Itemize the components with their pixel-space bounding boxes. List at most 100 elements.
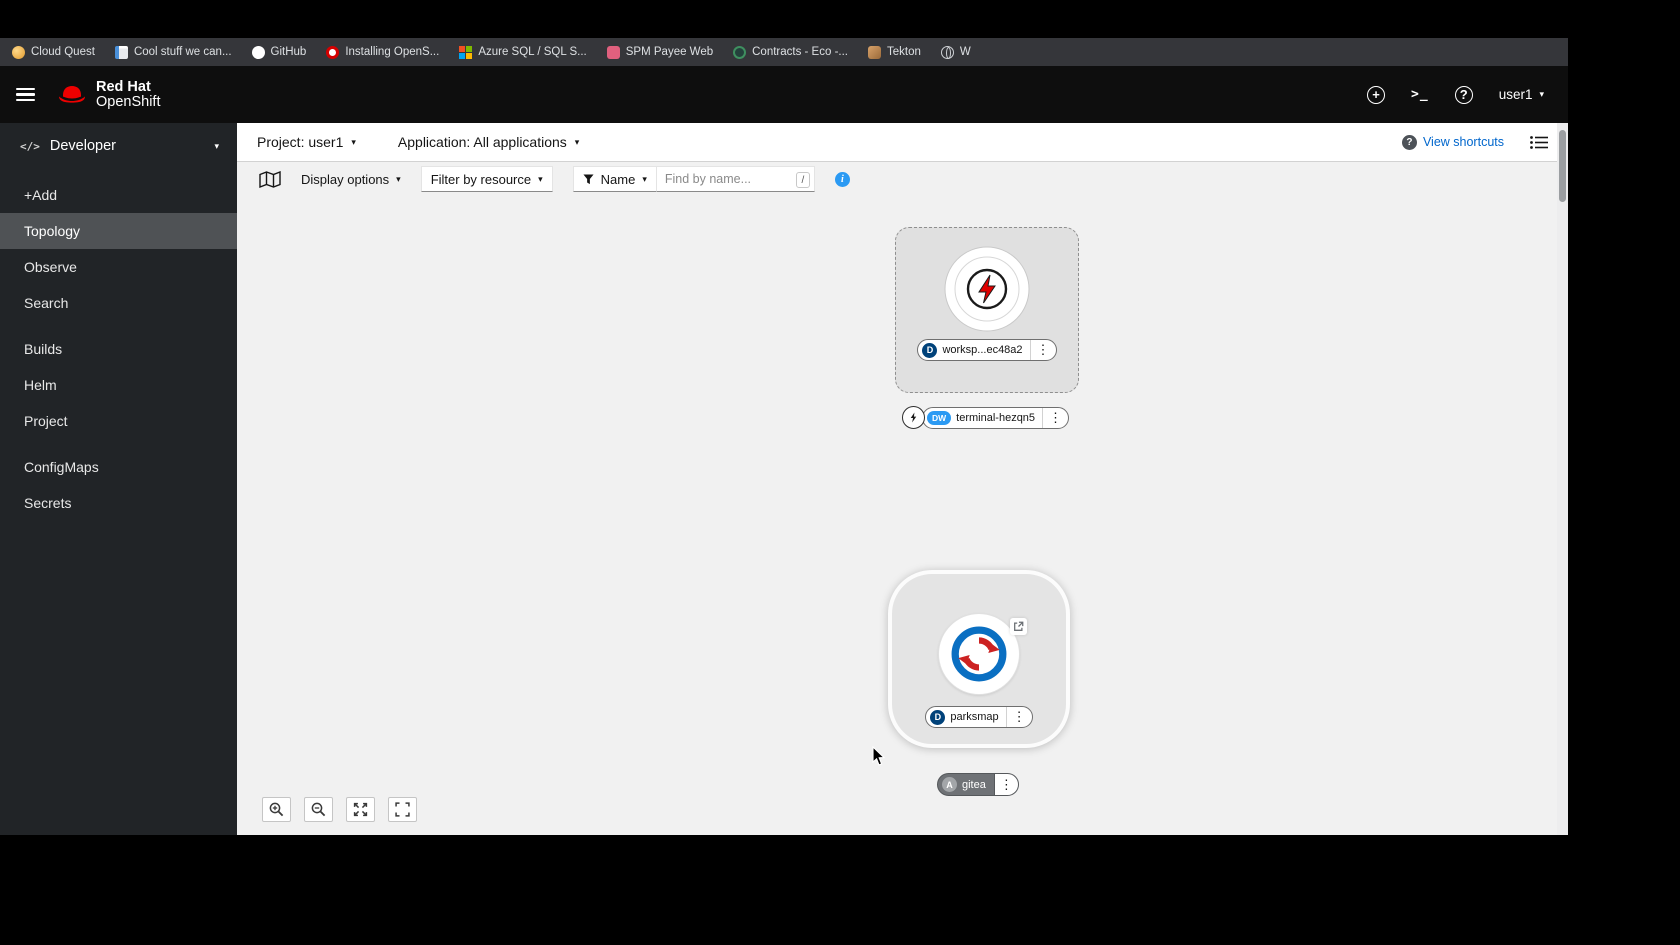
cloud-quest-favicon-icon (12, 45, 25, 59)
fullscreen-button[interactable] (388, 797, 417, 822)
zoom-in-icon (269, 802, 284, 817)
application-selector[interactable]: Application: All applications ▾ (398, 134, 579, 150)
microsoft-favicon-icon (459, 45, 473, 59)
sidebar-item-configmaps[interactable]: ConfigMaps (0, 449, 237, 485)
github-favicon-icon (251, 45, 265, 59)
workspace-deployment-node[interactable]: D worksp...ec48a2 ⋮ (895, 227, 1079, 393)
application-badge: A (942, 777, 957, 792)
letterbox-frame: Cloud Quest Cool stuff we can... GitHub … (0, 0, 1680, 945)
sidebar-item-builds[interactable]: Builds (0, 331, 237, 367)
bookmark-label: Cool stuff we can... (133, 46, 232, 58)
open-url-external-link-icon[interactable] (1010, 618, 1027, 635)
parksmap-node-circle[interactable] (939, 614, 1019, 694)
sidebar-item-search[interactable]: Search (0, 285, 237, 321)
bookmark-cool-stuff[interactable]: Cool stuff we can... (114, 45, 232, 59)
terminal-kebab-menu-icon[interactable]: ⋮ (1042, 407, 1068, 428)
chevron-down-icon: ▾ (538, 173, 543, 184)
nav-toggle-hamburger-icon[interactable] (16, 87, 35, 102)
terminal-workspace-node[interactable]: DW terminal-hezqn5 ⋮ (902, 406, 1070, 429)
export-topology-map-icon[interactable] (259, 170, 281, 188)
name-filter-label: Name (600, 171, 636, 187)
project-selector[interactable]: Project: user1 ▾ (257, 134, 356, 150)
chevron-down-icon: ▾ (351, 136, 356, 147)
parksmap-application-group[interactable]: D parksmap ⋮ (888, 570, 1070, 748)
bookmark-installing-openshift[interactable]: Installing OpenS... (326, 45, 439, 59)
find-input-group: Name ▾ / (572, 166, 815, 192)
bookmark-w[interactable]: W (940, 45, 971, 59)
browser-capture: Cloud Quest Cool stuff we can... GitHub … (0, 38, 1568, 835)
gitea-application-label-pill[interactable]: A gitea ⋮ (937, 773, 1019, 796)
bookmark-label: Azure SQL / SQL S... (478, 46, 587, 58)
chevron-down-icon: ▾ (642, 173, 647, 184)
terminal-node-circle[interactable] (902, 406, 925, 429)
workspace-node-label-pill[interactable]: D worksp...ec48a2 ⋮ (917, 339, 1057, 361)
help-icon[interactable]: ? (1454, 85, 1473, 104)
parksmap-kebab-menu-icon[interactable]: ⋮ (1005, 707, 1032, 727)
gitea-kebab-menu-icon[interactable]: ⋮ (993, 774, 1018, 795)
view-shortcuts-label: View shortcuts (1422, 135, 1504, 149)
bookmark-label: Contracts - Eco -... (752, 46, 848, 58)
display-options-dropdown[interactable]: Display options ▾ (301, 172, 401, 187)
terminal-pill-main: DW terminal-hezqn5 (923, 408, 1042, 428)
main-content: Project: user1 ▾ Application: All applic… (237, 123, 1568, 835)
bookmarks-bar: Cloud Quest Cool stuff we can... GitHub … (0, 38, 1568, 66)
context-bar-right: ? View shortcuts (1401, 134, 1548, 150)
topology-toolbar: Display options ▾ Filter by resource ▾ N… (237, 162, 1568, 196)
perspective-switcher[interactable]: </> Developer ▾ (0, 123, 237, 167)
sidebar-item-helm[interactable]: Helm (0, 367, 237, 403)
info-icon[interactable]: i (834, 171, 850, 187)
sidebar-item-project[interactable]: Project (0, 403, 237, 439)
contracts-favicon-icon (733, 45, 747, 59)
scrollbar-thumb[interactable] (1559, 130, 1566, 202)
redhat-fedora-icon (59, 85, 85, 103)
deployment-badge: D (930, 709, 946, 725)
fullscreen-icon (395, 802, 410, 817)
brand-text: Red Hat OpenShift (96, 78, 161, 110)
sidebar-item-observe[interactable]: Observe (0, 249, 237, 285)
workspace-kebab-menu-icon[interactable]: ⋮ (1029, 340, 1056, 360)
terminal-node-label-pill[interactable]: DW terminal-hezqn5 ⋮ (922, 406, 1070, 429)
brand-line1: Red Hat (96, 78, 151, 95)
sidebar-item-topology[interactable]: Topology (0, 213, 237, 249)
redhat-openshift-logo[interactable]: Red Hat OpenShift (57, 78, 161, 110)
bookmark-azure-sql[interactable]: Azure SQL / SQL S... (459, 45, 587, 59)
context-bar: Project: user1 ▾ Application: All applic… (237, 123, 1568, 162)
parksmap-node-label: parksmap (950, 711, 999, 723)
sidebar-item-add[interactable]: +Add (0, 177, 237, 213)
bookmark-cloud-quest[interactable]: Cloud Quest (12, 45, 95, 59)
masthead-actions: + >_ ? user1 ▾ (1367, 85, 1544, 104)
sidebar-group-main: +Add Topology Observe Search (0, 177, 237, 321)
sidebar-item-secrets[interactable]: Secrets (0, 485, 237, 521)
bookmark-github[interactable]: GitHub (251, 45, 306, 59)
topology-canvas[interactable]: D worksp...ec48a2 ⋮ DW terminal-hezqn5 ⋮… (237, 196, 1568, 835)
bookmark-label: SPM Payee Web (625, 46, 714, 58)
application-selector-label: Application: All applications (397, 134, 567, 150)
parksmap-logo-icon (951, 626, 1007, 682)
filter-by-resource-label: Filter by resource (430, 171, 532, 187)
user-menu[interactable]: user1 ▾ (1499, 87, 1544, 102)
bookmark-contracts-eco[interactable]: Contracts - Eco -... (733, 45, 848, 59)
web-terminal-icon[interactable]: >_ (1411, 87, 1429, 102)
sidebar-group-build: Builds Helm Project (0, 331, 237, 439)
view-shortcuts-link[interactable]: ? View shortcuts (1401, 134, 1504, 150)
openshift-favicon-icon (326, 45, 340, 59)
zoom-out-button[interactable] (304, 797, 333, 822)
bookmark-label: W (959, 46, 971, 58)
bookmark-label: Cloud Quest (31, 46, 95, 58)
parksmap-node-label-pill[interactable]: D parksmap ⋮ (925, 706, 1033, 728)
spm-favicon-icon (606, 45, 620, 59)
zoom-in-button[interactable] (262, 797, 291, 822)
tekton-favicon-icon (867, 45, 881, 59)
zoom-controls (262, 797, 417, 822)
bookmark-spm-payee-web[interactable]: SPM Payee Web (606, 45, 714, 59)
chevron-down-icon: ▾ (574, 136, 580, 147)
name-filter-dropdown[interactable]: Name ▾ (572, 166, 657, 192)
chevron-down-icon: ▾ (1539, 89, 1544, 99)
bookmark-tekton[interactable]: Tekton (867, 45, 921, 59)
fit-to-screen-button[interactable] (346, 797, 375, 822)
quick-create-plus-icon[interactable]: + (1367, 85, 1386, 104)
filter-by-resource-dropdown[interactable]: Filter by resource ▾ (420, 166, 553, 192)
find-by-name-input[interactable] (656, 172, 814, 186)
list-view-icon[interactable] (1530, 135, 1548, 149)
gitea-pill-main: A gitea (938, 774, 994, 795)
